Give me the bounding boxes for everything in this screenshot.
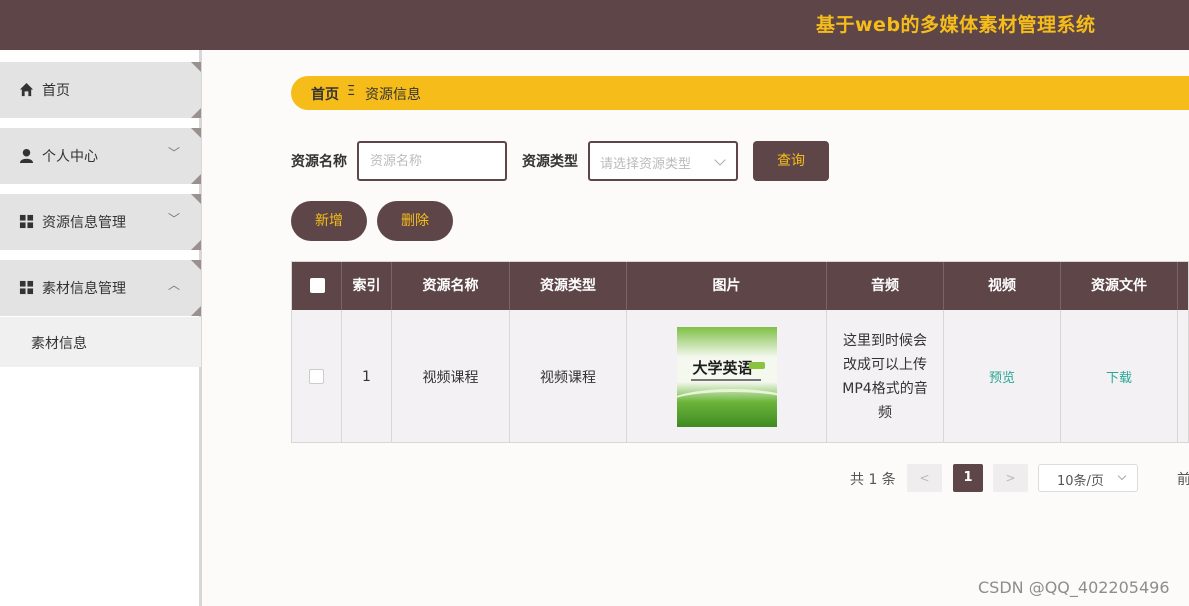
resource-table: 索引 资源名称 资源类型 图片 音频 视频 资源文件 1 视频课程 视频课程 大… — [291, 261, 1189, 443]
resource-type-placeholder: 请选择资源类型 — [600, 157, 692, 172]
grid-icon — [19, 280, 34, 295]
column-header[interactable]: 索引 — [342, 262, 392, 310]
column-header[interactable]: 资源名称 — [392, 262, 510, 310]
sidebar-item-label: 个人中心 — [42, 149, 98, 165]
pagination-current-page[interactable]: 1 — [953, 464, 983, 492]
sidebar-item-home[interactable]: 首页 — [0, 62, 201, 118]
row-select-cell — [292, 310, 342, 442]
sidebar-item-material-management[interactable]: 素材信息管理 ︿ — [0, 260, 201, 316]
row-checkbox[interactable] — [309, 369, 324, 384]
preview-link[interactable]: 预览 — [989, 367, 1015, 386]
sidebar-subitem-material-info[interactable]: 素材信息 — [0, 317, 201, 367]
cover-badge — [748, 361, 765, 369]
cover-header-strip — [681, 330, 773, 340]
sidebar-subitem-label: 素材信息 — [31, 336, 87, 352]
sidebar-item-label: 资源信息管理 — [42, 215, 126, 231]
cover-author-line — [690, 378, 761, 381]
cover-swoosh — [676, 388, 777, 419]
column-header[interactable]: 资源类型 — [510, 262, 627, 310]
header-select-cell — [292, 262, 342, 310]
audio-text: 这里到时候会改成可以上传MP4格式的音频 — [842, 332, 928, 421]
query-button[interactable]: 查询 — [753, 141, 829, 181]
app-title: 基于web的多媒体素材管理系统 — [816, 14, 1096, 36]
add-button[interactable]: 新增 — [291, 201, 367, 241]
breadcrumb: 首页 Ξ 资源信息 — [291, 76, 1189, 110]
column-header[interactable]: 图片 — [627, 262, 827, 310]
image-cell: 大学英语 — [627, 310, 827, 442]
resource-type-label: 资源类型 — [522, 154, 578, 170]
file-cell: 下载 — [1061, 310, 1178, 442]
table-header: 索引 资源名称 资源类型 图片 音频 视频 资源文件 — [292, 262, 1188, 310]
column-header[interactable]: 资源文件 — [1061, 262, 1178, 310]
resource-name-label: 资源名称 — [291, 154, 347, 170]
breadcrumb-current: 资源信息 — [365, 87, 421, 103]
sidebar-item-personal-center[interactable]: 个人中心 ﹀ — [0, 128, 201, 184]
pagination-goto-label: 前 — [1177, 472, 1189, 488]
pagination-next-button[interactable]: > — [993, 464, 1028, 492]
chevron-down-icon — [714, 154, 726, 166]
type-cell: 视频课程 — [510, 310, 627, 442]
column-header[interactable]: 音频 — [827, 262, 944, 310]
download-link[interactable]: 下载 — [1106, 367, 1132, 386]
breadcrumb-separator: Ξ — [347, 84, 356, 99]
resource-name-input[interactable] — [357, 141, 507, 181]
page-size-value: 10条/页 — [1057, 474, 1104, 489]
delete-button[interactable]: 删除 — [377, 201, 453, 241]
user-icon — [19, 148, 34, 163]
chevron-down-icon: ﹀ — [168, 212, 181, 226]
chevron-up-icon: ︿ — [168, 278, 181, 292]
watermark: CSDN @QQ_402205496 — [978, 578, 1170, 597]
cover-title: 大学英语 — [692, 358, 753, 377]
video-cell: 预览 — [944, 310, 1061, 442]
sidebar: 首页 个人中心 ﹀ 资源信息管理 ﹀ 素材信息管理 ︿ 素材信息 — [0, 50, 202, 606]
sidebar-item-label: 首页 — [42, 83, 70, 99]
book-cover-image[interactable]: 大学英语 — [676, 326, 777, 427]
chevron-down-icon: ﹀ — [168, 146, 181, 160]
audio-cell: 这里到时候会改成可以上传MP4格式的音频 — [827, 310, 944, 442]
index-cell: 1 — [342, 310, 392, 442]
sidebar-item-label: 素材信息管理 — [42, 281, 126, 297]
chevron-down-icon — [1117, 471, 1127, 481]
pagination-prev-button[interactable]: < — [907, 464, 942, 492]
page-size-select[interactable]: 10条/页 — [1038, 464, 1138, 492]
select-all-checkbox[interactable] — [310, 278, 325, 293]
top-bar: 基于web的多媒体素材管理系统 — [0, 0, 1189, 50]
pagination-total: 共 1 条 — [850, 472, 896, 488]
home-icon — [19, 82, 34, 97]
sidebar-item-resource-management[interactable]: 资源信息管理 ﹀ — [0, 194, 201, 250]
name-cell: 视频课程 — [392, 310, 510, 442]
grid-icon — [19, 214, 34, 229]
breadcrumb-home[interactable]: 首页 — [311, 84, 339, 104]
column-header[interactable]: 视频 — [944, 262, 1061, 310]
resource-type-select[interactable]: 请选择资源类型 — [588, 141, 738, 181]
